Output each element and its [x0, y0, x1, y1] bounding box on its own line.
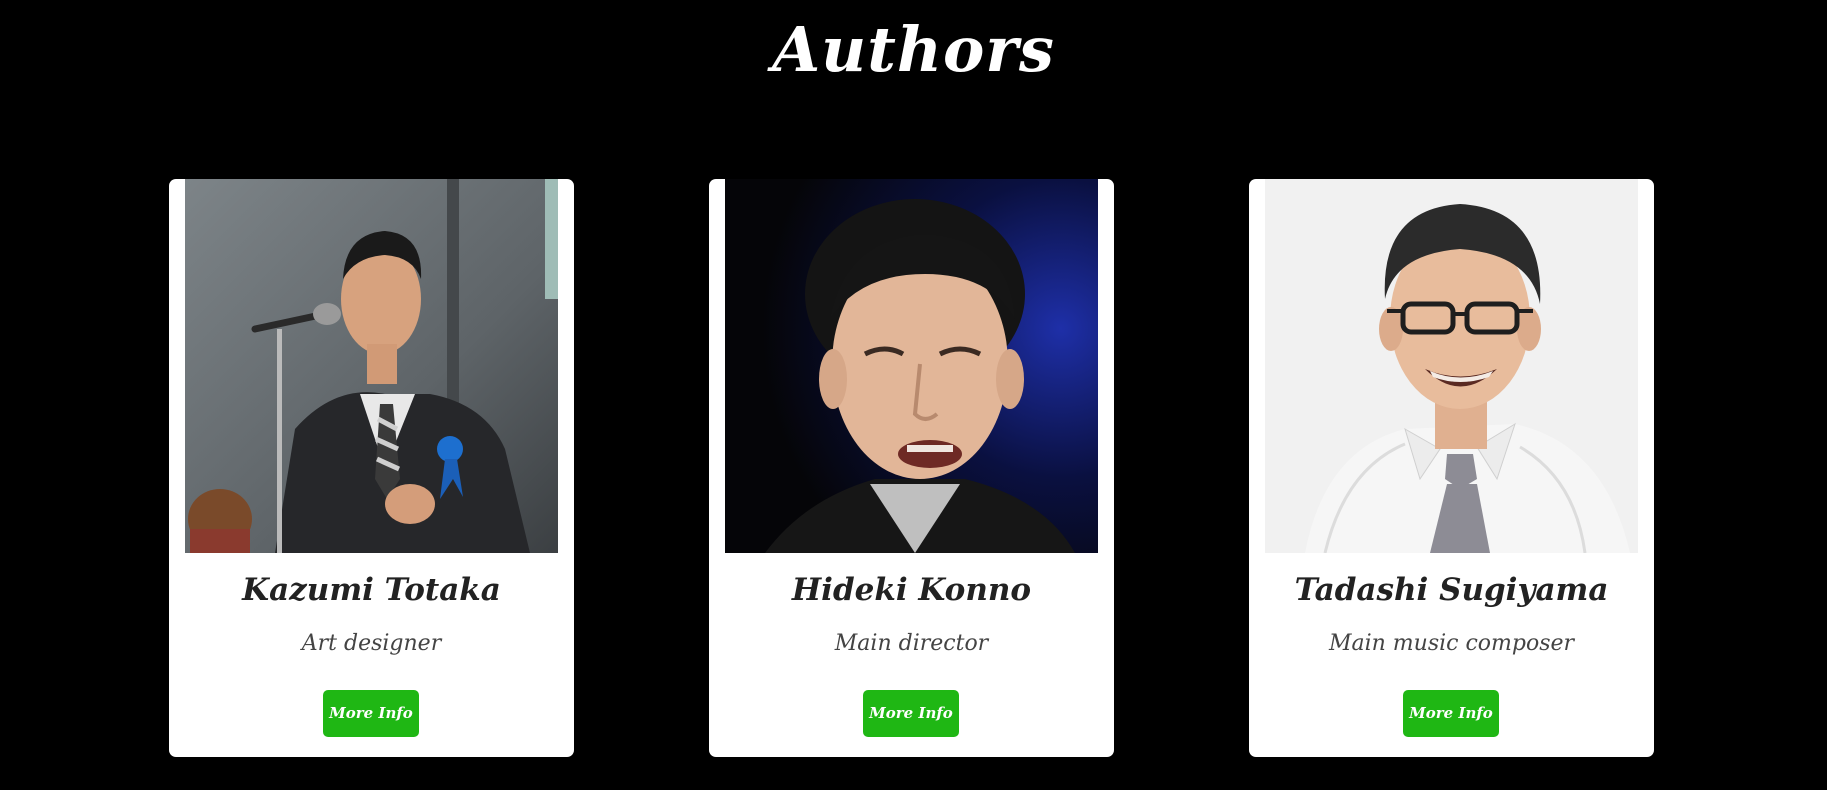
man-at-microphone-photo	[185, 179, 558, 553]
author-photo	[1265, 179, 1638, 553]
author-role: Main director	[834, 631, 989, 656]
smiling-man-with-glasses-photo	[1265, 179, 1638, 553]
author-name: Hideki Konno	[791, 572, 1032, 608]
author-photo	[725, 179, 1098, 553]
author-name: Kazumi Totaka	[242, 572, 501, 608]
author-role: Art designer	[301, 631, 442, 656]
more-info-button[interactable]: More Info	[323, 690, 419, 737]
author-card-kazumi-totaka: Kazumi Totaka Art designer More Info	[169, 179, 574, 757]
authors-page: Authors Kazumi Totaka Art designer More …	[0, 0, 1827, 790]
more-info-button[interactable]: More Info	[863, 690, 959, 737]
page-title: Authors	[772, 13, 1055, 86]
author-name: Tadashi Sugiyama	[1294, 572, 1609, 608]
man-speaking-portrait-photo	[725, 179, 1098, 553]
more-info-button[interactable]: More Info	[1403, 690, 1499, 737]
author-card-hideki-konno: Hideki Konno Main director More Info	[709, 179, 1114, 757]
author-role: Main music composer	[1328, 631, 1575, 656]
author-photo	[185, 179, 558, 553]
author-card-tadashi-sugiyama: Tadashi Sugiyama Main music composer Mor…	[1249, 179, 1654, 757]
